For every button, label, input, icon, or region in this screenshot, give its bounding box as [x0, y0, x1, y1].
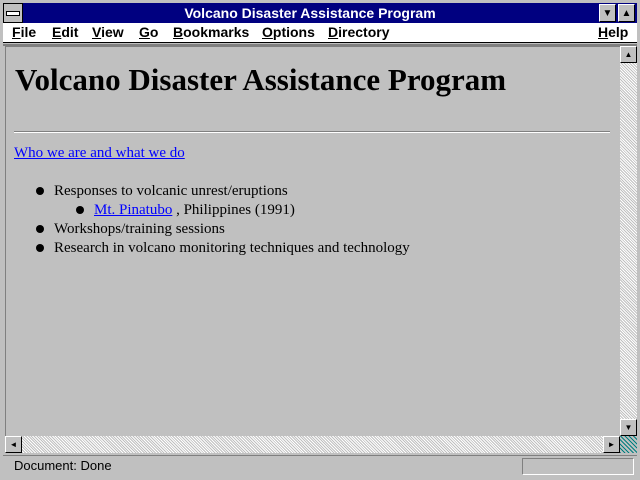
list-item-workshops: Workshops/training sessions [54, 221, 225, 237]
scroll-left-button[interactable]: ◄ [5, 436, 22, 453]
horizontal-scroll-track[interactable] [22, 436, 603, 453]
pinatubo-link[interactable]: Mt. Pinatubo [94, 202, 172, 218]
bullet-icon [36, 187, 44, 195]
menu-edit[interactable]: Edit [52, 23, 78, 43]
status-text: Document: Done [14, 458, 112, 473]
bullet-icon [36, 225, 44, 233]
menu-help[interactable]: Help [598, 23, 628, 43]
horizontal-rule [14, 131, 610, 133]
size-grip [620, 436, 637, 453]
menu-directory[interactable]: Directory [328, 23, 389, 43]
bullet-icon [36, 244, 44, 252]
menu-file[interactable]: File [12, 23, 36, 43]
scroll-right-button[interactable]: ► [603, 436, 620, 453]
maximize-button[interactable]: ▲ [618, 4, 635, 22]
bullet-icon [76, 206, 84, 214]
minimize-icon: ▼ [602, 7, 613, 19]
progress-indicator [522, 458, 634, 475]
arrow-down-icon: ▼ [624, 423, 633, 432]
who-we-are-link[interactable]: Who we are and what we do [14, 145, 185, 162]
arrow-left-icon: ◄ [9, 440, 18, 449]
list-item-research: Research in volcano monitoring technique… [54, 240, 410, 256]
menu-bookmarks[interactable]: Bookmarks [173, 23, 249, 43]
system-menu-icon [6, 10, 20, 16]
list-item-pinatubo: Mt. Pinatubo , Philippines (1991) [94, 202, 295, 219]
system-menu-button[interactable] [3, 3, 23, 23]
menu-view[interactable]: View [92, 23, 124, 43]
window-title: Volcano Disaster Assistance Program [184, 5, 436, 21]
minimize-button[interactable]: ▼ [599, 4, 616, 22]
menu-go[interactable]: Go [139, 23, 158, 43]
arrow-right-icon: ► [607, 440, 616, 449]
arrow-up-icon: ▲ [624, 50, 633, 59]
vertical-scroll-track[interactable] [620, 63, 637, 419]
page-heading: Volcano Disaster Assistance Program [15, 62, 507, 97]
maximize-icon: ▲ [621, 7, 632, 19]
scroll-up-button[interactable]: ▲ [620, 46, 637, 63]
list-item-responses: Responses to volcanic unrest/eruptions [54, 183, 288, 199]
menu-options[interactable]: Options [262, 23, 315, 43]
pinatubo-detail: , Philippines (1991) [176, 202, 295, 218]
scroll-down-button[interactable]: ▼ [620, 419, 637, 436]
